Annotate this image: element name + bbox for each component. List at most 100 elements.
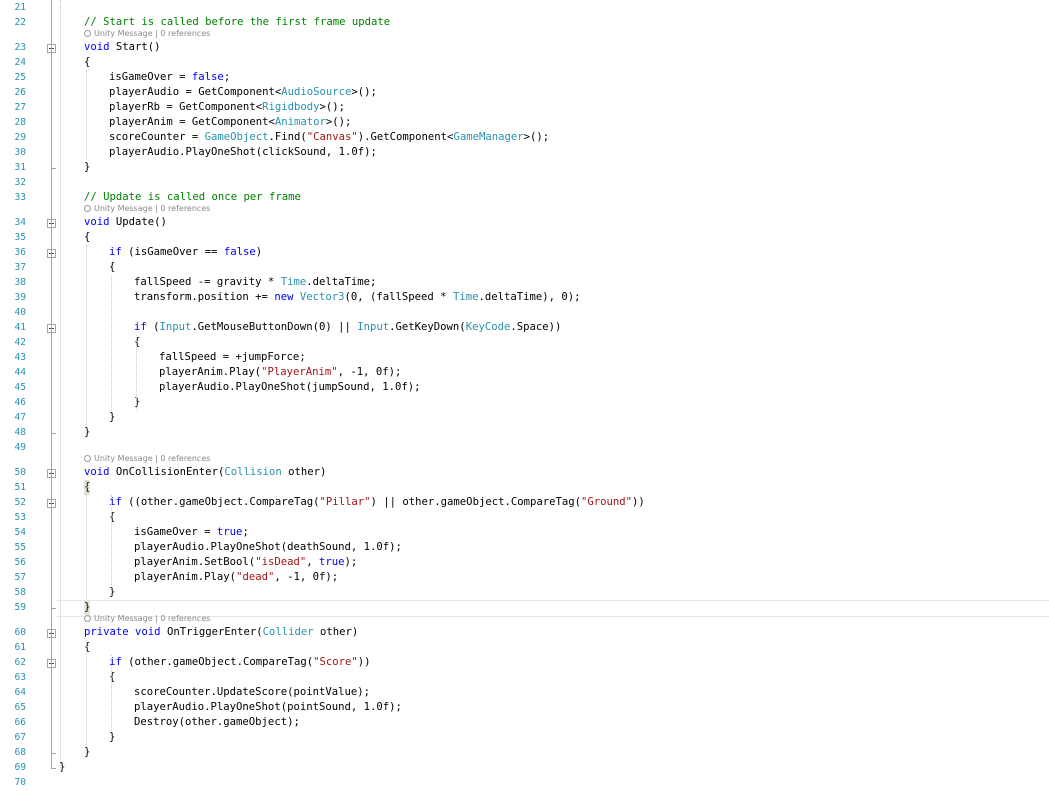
code-line[interactable]: 25 isGameOver = false; — [0, 70, 1049, 85]
code-token: other) — [281, 466, 327, 478]
fold-guide — [51, 52, 52, 168]
code-token: isGameOver = — [109, 71, 192, 83]
line-number: 69 — [14, 762, 26, 773]
indent-guide — [111, 495, 112, 585]
code-line[interactable]: 65 playerAudio.PlayOneShot(pointSound, 1.… — [0, 700, 1049, 715]
code-editor[interactable]: 21 22 // Start is called before the first … — [0, 0, 1049, 791]
code-line[interactable]: 26 playerAudio = GetComponent<AudioSource… — [0, 85, 1049, 100]
unity-icon — [84, 205, 91, 212]
code-line[interactable]: 37 { — [0, 260, 1049, 275]
code-line[interactable]: 40 — [0, 305, 1049, 320]
code-token: playerAnim.Play( — [134, 571, 237, 583]
code-token: } — [84, 426, 91, 438]
code-text: if ((other.gameObject.CompareTag("Pillar… — [109, 495, 645, 510]
code-token: Input — [357, 321, 390, 333]
code-line[interactable]: 61 { — [0, 640, 1049, 655]
code-token: ).GetComponent< — [357, 131, 454, 143]
code-token: { — [109, 261, 116, 273]
code-token: { — [134, 336, 141, 348]
code-token: { — [84, 481, 91, 493]
codelens-references[interactable]: Unity Message | 0 references — [84, 204, 210, 214]
code-line[interactable]: 24 { — [0, 55, 1049, 70]
code-line[interactable]: 52 if ((other.gameObject.CompareTag("Pill… — [0, 495, 1049, 510]
line-number: 67 — [14, 732, 26, 743]
code-line[interactable]: 49 — [0, 440, 1049, 455]
code-line[interactable]: 32 — [0, 175, 1049, 190]
line-number: 57 — [14, 572, 26, 583]
code-token: { — [109, 671, 116, 683]
code-text: { — [109, 260, 115, 275]
code-line[interactable]: 34 void Update() — [0, 215, 1049, 230]
code-line[interactable]: 69} — [0, 760, 1049, 775]
code-line[interactable]: 64 scoreCounter.UpdateScore(pointValue); — [0, 685, 1049, 700]
code-text: void Update() — [84, 215, 167, 230]
code-line[interactable]: 31} — [0, 160, 1049, 175]
code-text: void Start() — [84, 40, 161, 55]
line-number: 37 — [14, 262, 26, 273]
line-number: 55 — [14, 542, 26, 553]
code-token: void — [84, 41, 110, 53]
code-line[interactable]: 54 isGameOver = true; — [0, 525, 1049, 540]
code-line[interactable]: 43 fallSpeed = +jumpForce; — [0, 350, 1049, 365]
code-text: Destroy(other.gameObject); — [134, 715, 300, 730]
fold-end — [51, 433, 56, 434]
code-text: { — [134, 335, 140, 350]
codelens-references[interactable]: Unity Message | 0 references — [84, 29, 210, 39]
line-number: 31 — [14, 162, 26, 173]
code-line[interactable]: 62 if (other.gameObject.CompareTag("Score… — [0, 655, 1049, 670]
code-line[interactable]: 53 { — [0, 510, 1049, 525]
code-token: { — [84, 56, 91, 68]
code-line[interactable]: 60 private void OnTriggerEnter(Collider o… — [0, 625, 1049, 640]
codelens-label: Unity Message | 0 references — [94, 454, 211, 463]
code-line[interactable]: 27 playerRb = GetComponent<Rigidbody>(); — [0, 100, 1049, 115]
code-line[interactable]: 58} — [0, 585, 1049, 600]
codelens-references[interactable]: Unity Message | 0 references — [84, 454, 210, 464]
code-line[interactable]: 23 void Start() — [0, 40, 1049, 55]
code-token: Time — [452, 291, 479, 303]
code-line[interactable]: 21 — [0, 0, 1049, 15]
indent-guide — [111, 655, 112, 730]
code-token: "Pillar" — [319, 496, 371, 508]
code-line[interactable]: 22 // Start is called before the first fr… — [0, 15, 1049, 30]
code-line[interactable]: 51 { — [0, 480, 1049, 495]
code-line[interactable]: 56 playerAnim.SetBool("isDead", true); — [0, 555, 1049, 570]
code-text: { — [109, 670, 115, 685]
code-line[interactable]: 35 { — [0, 230, 1049, 245]
indent-guide — [86, 480, 87, 600]
code-token: >(); — [351, 86, 377, 98]
line-number: 49 — [14, 442, 26, 453]
code-line[interactable]: 39 transform.position += new Vector3(0, (… — [0, 290, 1049, 305]
code-line[interactable]: 46} — [0, 395, 1049, 410]
indent-guide — [60, 0, 61, 772]
code-line[interactable]: 36 if (isGameOver == false) — [0, 245, 1049, 260]
code-line[interactable]: 44 playerAnim.Play("PlayerAnim", -1, 0f); — [0, 365, 1049, 380]
code-line[interactable]: 48} — [0, 425, 1049, 440]
code-line[interactable]: 67} — [0, 730, 1049, 745]
code-line[interactable]: 50 void OnCollisionEnter(Collision other) — [0, 465, 1049, 480]
code-line[interactable]: 63 { — [0, 670, 1049, 685]
code-text: } — [109, 585, 115, 600]
code-line[interactable]: 47} — [0, 410, 1049, 425]
code-line[interactable]: 29 scoreCounter = GameObject.Find("Canvas… — [0, 130, 1049, 145]
codelens-references[interactable]: Unity Message | 0 references — [84, 614, 210, 624]
code-line[interactable]: 68} — [0, 745, 1049, 760]
code-line[interactable]: 33 // Update is called once per frame — [0, 190, 1049, 205]
code-text: fallSpeed = +jumpForce; — [159, 350, 306, 365]
code-line[interactable]: 55 playerAudio.PlayOneShot(deathSound, 1.… — [0, 540, 1049, 555]
code-line[interactable]: 57 playerAnim.Play("dead", -1, 0f); — [0, 570, 1049, 585]
line-number: 54 — [14, 527, 26, 538]
code-text: playerAnim.SetBool("isDead", true); — [134, 555, 357, 570]
code-line[interactable]: 59} — [0, 600, 1049, 617]
code-line[interactable]: 66 Destroy(other.gameObject); — [0, 715, 1049, 730]
code-line[interactable]: 30 playerAudio.PlayOneShot(clickSound, 1.… — [0, 145, 1049, 160]
code-line[interactable]: 45 playerAudio.PlayOneShot(jumpSound, 1.0… — [0, 380, 1049, 395]
code-line[interactable]: 28 playerAnim = GetComponent<Animator>(); — [0, 115, 1049, 130]
code-line[interactable]: 41 if (Input.GetMouseButtonDown(0) || Inp… — [0, 320, 1049, 335]
code-text: } — [84, 160, 90, 175]
code-line[interactable]: 42 { — [0, 335, 1049, 350]
code-token: )) — [632, 496, 645, 508]
code-line[interactable]: 38 fallSpeed -= gravity * Time.deltaTime; — [0, 275, 1049, 290]
code-line[interactable]: 70 — [0, 775, 1049, 790]
code-token: if — [109, 246, 122, 258]
code-token: .deltaTime; — [306, 276, 377, 288]
